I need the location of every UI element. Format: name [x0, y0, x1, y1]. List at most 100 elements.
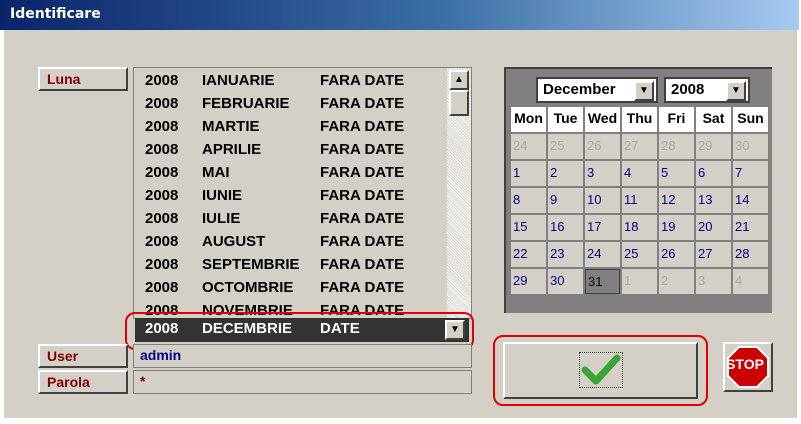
weekday-header: Fri	[659, 107, 694, 132]
calendar-day[interactable]: 28	[659, 134, 694, 159]
list-item-year: 2008	[145, 187, 179, 204]
list-item-year: 2008	[145, 233, 179, 250]
scroll-thumb[interactable]	[449, 90, 469, 116]
user-label-button[interactable]: User	[38, 344, 128, 368]
calendar-day[interactable]: 16	[548, 215, 583, 240]
window-bottom-border	[0, 418, 799, 422]
list-item-month: SEPTEMBRIE	[202, 256, 300, 273]
month-dropdown[interactable]: December ▼	[536, 77, 658, 103]
user-value: admin	[140, 347, 182, 363]
calendar-day[interactable]: 5	[659, 161, 694, 186]
calendar-day[interactable]: 2	[548, 161, 583, 186]
parola-label-button[interactable]: Parola	[38, 370, 128, 394]
user-label: User	[47, 348, 79, 364]
calendar-day[interactable]: 4	[622, 161, 657, 186]
calendar-day[interactable]: 15	[511, 215, 546, 240]
calendar-day[interactable]: 17	[585, 215, 620, 240]
calendar-day[interactable]: 13	[696, 188, 731, 213]
list-item-year: 2008	[145, 95, 179, 112]
year-dropdown[interactable]: 2008 ▼	[664, 77, 750, 103]
luna-label-button[interactable]: Luna	[38, 67, 128, 91]
calendar-day[interactable]: 30	[548, 269, 583, 294]
weekday-header: Sat	[696, 107, 731, 132]
listbox-scrollbar[interactable]: ▲	[447, 68, 471, 318]
calendar-day[interactable]: 26	[585, 134, 620, 159]
chevron-down-icon: ▼	[639, 85, 649, 96]
list-item-year: 2008	[145, 164, 179, 181]
calendar-day[interactable]: 26	[659, 242, 694, 267]
list-item-month: MAI	[202, 164, 230, 181]
calendar-day[interactable]: 20	[696, 215, 731, 240]
list-item-status: FARA DATE	[320, 141, 405, 158]
title-bar: Identificare	[0, 0, 799, 30]
calendar-day[interactable]: 25	[622, 242, 657, 267]
list-item-year: 2008	[145, 279, 179, 296]
calendar-day[interactable]: 29	[511, 269, 546, 294]
list-item-year: 2008	[145, 256, 179, 273]
calendar-day[interactable]: 4	[733, 269, 768, 294]
calendar-grid: Mon Tue Wed Thu Fri Sat Sun 24 25 26 27 28 29 30 1 2 3 4 5…	[511, 107, 771, 303]
calendar-panel: December ▼ 2008 ▼ Mon Tue Wed Thu Fri Sat Sun 2…	[504, 67, 772, 313]
list-item-status: FARA DATE	[320, 279, 405, 296]
list-item-year: 2008	[145, 210, 179, 227]
calendar-day[interactable]: 3	[696, 269, 731, 294]
calendar-day[interactable]: 7	[733, 161, 768, 186]
calendar-day[interactable]: 22	[511, 242, 546, 267]
list-item-month: APRILIE	[202, 141, 262, 158]
list-item-month: IUNIE	[202, 187, 243, 204]
list-item-month: AUGUST	[202, 233, 266, 250]
calendar-day[interactable]: 21	[733, 215, 768, 240]
calendar-day[interactable]: 29	[696, 134, 731, 159]
weekday-header: Mon	[511, 107, 546, 132]
calendar-day[interactable]: 6	[696, 161, 731, 186]
list-item-month: IULIE	[202, 210, 241, 227]
calendar-day[interactable]: 24	[585, 242, 620, 267]
calendar-day[interactable]: 28	[733, 242, 768, 267]
calendar-day[interactable]: 30	[733, 134, 768, 159]
calendar-day[interactable]: 24	[511, 134, 546, 159]
month-listbox[interactable]: 2008 IANUARIE FARA DATE 2008 FEBRUARIE FARA D…	[133, 67, 472, 319]
calendar-day[interactable]: 23	[548, 242, 583, 267]
calendar-day[interactable]: 2	[659, 269, 694, 294]
list-item-month: OCTOMBRIE	[202, 279, 294, 296]
list-item-status: FARA DATE	[320, 72, 405, 89]
password-field[interactable]: *	[133, 370, 472, 394]
calendar-day[interactable]: 9	[548, 188, 583, 213]
weekday-header: Tue	[548, 107, 583, 132]
calendar-day[interactable]: 18	[622, 215, 657, 240]
luna-label: Luna	[47, 71, 81, 87]
weekday-header: Sun	[733, 107, 768, 132]
calendar-day[interactable]: 25	[548, 134, 583, 159]
window-title: Identificare	[10, 6, 101, 22]
ok-button[interactable]	[503, 342, 698, 399]
list-item-status: FARA DATE	[320, 210, 405, 227]
calendar-day[interactable]: 11	[622, 188, 657, 213]
calendar-day[interactable]: 8	[511, 188, 546, 213]
list-item-year: 2008	[145, 141, 179, 158]
calendar-day[interactable]: 12	[659, 188, 694, 213]
calendar-day[interactable]: 27	[696, 242, 731, 267]
calendar-day[interactable]: 27	[622, 134, 657, 159]
list-item-status: FARA DATE	[320, 256, 405, 273]
stop-button[interactable]: STOP	[723, 342, 773, 392]
list-item-status: FARA DATE	[320, 95, 405, 112]
calendar-day[interactable]: 19	[659, 215, 694, 240]
user-field[interactable]: admin	[133, 344, 472, 368]
calendar-day[interactable]: 1	[511, 161, 546, 186]
calendar-day[interactable]: 3	[585, 161, 620, 186]
calendar-day[interactable]: 14	[733, 188, 768, 213]
list-item-year: 2008	[145, 118, 179, 135]
weekday-header: Wed	[585, 107, 620, 132]
scroll-up-button[interactable]: ▲	[449, 70, 469, 90]
list-item-status: FARA DATE	[320, 187, 405, 204]
scroll-up-arrow-icon: ▲	[454, 74, 464, 85]
calendar-day[interactable]: 1	[622, 269, 657, 294]
calendar-day-selected[interactable]: 31	[585, 269, 620, 294]
calendar-day[interactable]: 10	[585, 188, 620, 213]
year-dropdown-button[interactable]: ▼	[726, 81, 746, 101]
month-dropdown-button[interactable]: ▼	[634, 81, 654, 101]
ok-focus-rect	[579, 352, 623, 388]
month-dropdown-value: December	[543, 81, 616, 98]
list-item-status: FARA DATE	[320, 164, 405, 181]
list-item-month: FEBRUARIE	[202, 95, 290, 112]
